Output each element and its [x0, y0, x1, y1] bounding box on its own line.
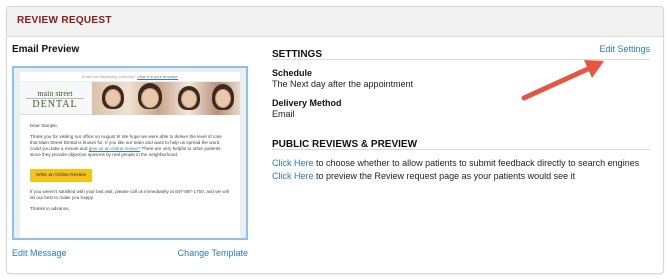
public-reviews-heading: PUBLIC REVIEWS & PREVIEW	[272, 139, 418, 150]
email-body: Dear Sample, Thank you for visiting our …	[20, 115, 240, 212]
email-banner: main street DENTAL	[20, 81, 240, 115]
logo-line-1: main street	[37, 89, 73, 98]
email-paragraph-1: Thank you for visiting our office on Aug…	[30, 134, 230, 158]
email-preview-heading: Email Preview	[12, 44, 80, 55]
email-sheet: Email not displaying correctly? View it …	[20, 72, 240, 238]
delivery-method-value: Email	[272, 109, 295, 119]
search-engine-feedback-link[interactable]: Click Here	[272, 158, 314, 168]
view-in-browser-link[interactable]: View it in your browser.	[137, 74, 178, 79]
photo-face-2	[141, 88, 159, 108]
email-top-line: Email not displaying correctly? View it …	[20, 72, 240, 81]
logo-line-2: DENTAL	[26, 98, 84, 110]
email-top-line-text: Email not displaying correctly?	[81, 74, 136, 79]
practice-logo: main street DENTAL	[26, 90, 84, 110]
preview-actions: Edit Message Change Template	[12, 248, 248, 260]
photo-face-3	[181, 90, 197, 108]
public-reviews-header: PUBLIC REVIEWS & PREVIEW	[272, 134, 650, 150]
preview-review-page-link[interactable]: Click Here	[272, 171, 314, 181]
email-greeting: Dear Sample,	[30, 123, 59, 128]
settings-heading: SETTINGS	[272, 49, 323, 60]
public-reviews-line-2: Click Here to preview the Review request…	[272, 171, 650, 182]
online-review-inline-link[interactable]: give us an online review?	[89, 146, 141, 151]
panel-title: REVIEW REQUEST	[17, 15, 112, 26]
write-online-review-button[interactable]: Write an Online Review	[30, 169, 93, 182]
panel-header: REVIEW REQUEST	[7, 7, 663, 37]
public-reviews-line-1-text: to choose whether to allow patients to s…	[313, 158, 640, 168]
change-template-link[interactable]: Change Template	[178, 248, 248, 258]
photo-face-1	[105, 89, 121, 107]
public-reviews-line-2-text: to preview the Review request page as yo…	[313, 171, 576, 181]
public-reviews-line-1: Click Here to choose whether to allow pa…	[272, 158, 650, 169]
email-preview-frame[interactable]: Email not displaying correctly? View it …	[12, 66, 248, 240]
edit-message-link[interactable]: Edit Message	[12, 248, 67, 258]
email-preview-column: Email Preview Email not displaying corre…	[12, 44, 252, 258]
email-paragraph-2: If you weren't satisfied with your last …	[30, 189, 229, 200]
red-arrow-icon	[521, 60, 604, 101]
edit-settings-link[interactable]: Edit Settings	[599, 44, 650, 54]
banner-photo	[92, 82, 240, 115]
email-closing: Thanks in advance,	[30, 206, 70, 211]
photo-face-4	[215, 89, 231, 108]
